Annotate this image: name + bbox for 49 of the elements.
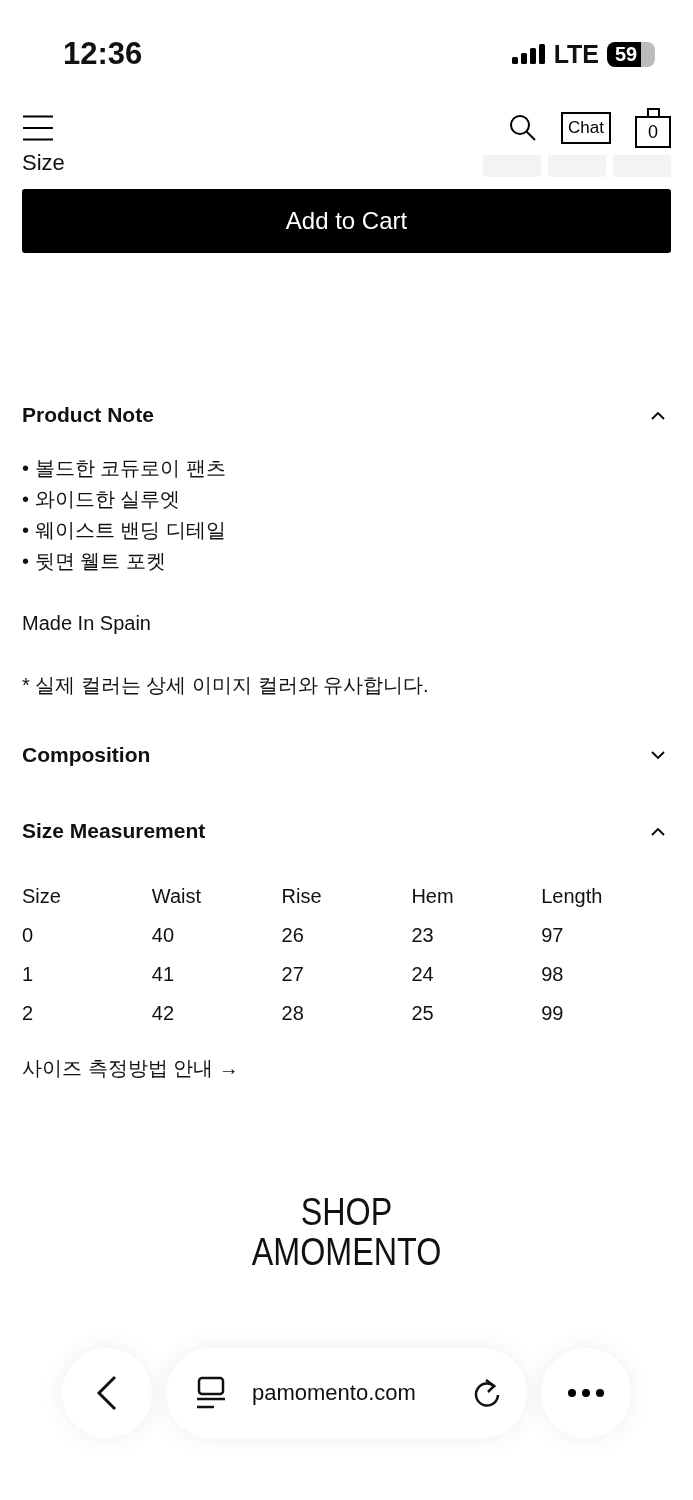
table-cell-text: 0 [22, 924, 35, 947]
table-cell-text: 23 [411, 924, 435, 947]
size-guide-link[interactable]: 사이즈 측정방법 안내 → [22, 1055, 239, 1082]
network-label: LTE [553, 39, 599, 69]
size-label: Size [22, 149, 65, 177]
section-header[interactable]: Product Note [22, 393, 671, 437]
bullet-item: • 볼드한 코듀로이 팬츠 [22, 456, 227, 481]
table-cell-text: 98 [541, 963, 565, 986]
section-header[interactable]: Composition [22, 733, 671, 777]
table-cell-text: 25 [411, 1002, 435, 1025]
bullet-item: • 웨이스트 밴딩 디테일 [22, 518, 227, 543]
table-cell-text: 40 [151, 924, 176, 947]
table-cell-text: 26 [281, 924, 305, 947]
add-to-cart-button[interactable]: Add to Cart [22, 189, 671, 253]
color-note: * 실제 컬러는 상세 이미지 컬러와 유사합니다. [22, 673, 430, 698]
column-header: Length [541, 885, 604, 908]
more-icon [567, 1388, 605, 1398]
signal-icon [511, 44, 546, 64]
column-header: Waist [151, 885, 203, 908]
table-cell-text: 28 [281, 1002, 305, 1025]
table-cell-text: 99 [541, 1002, 565, 1025]
reader-icon[interactable] [196, 1376, 226, 1410]
chevron-icon[interactable] [651, 826, 665, 836]
search-icon[interactable] [509, 114, 538, 142]
address-bar[interactable]: pamomento.com [166, 1348, 527, 1438]
menu-icon[interactable] [22, 115, 54, 141]
section-header[interactable]: Size Measurement [22, 809, 671, 853]
chevron-icon[interactable] [651, 410, 665, 420]
table-cell-text: 27 [281, 963, 305, 986]
table-cell-text: 24 [411, 963, 435, 986]
table-cell-text: 97 [541, 924, 565, 947]
table-cell-text: 41 [151, 963, 176, 986]
table-cell-text: 2 [22, 1002, 35, 1025]
column-header: Hem [411, 885, 455, 908]
reload-icon[interactable] [472, 1377, 502, 1409]
column-header: Size [22, 885, 62, 908]
bullet-item: • 뒷면 웰트 포켓 [22, 549, 167, 574]
battery-indicator: 59 [607, 41, 655, 67]
column-header: Rise [281, 885, 323, 908]
url-text: pamomento.com [252, 1380, 417, 1406]
origin-text: Made In Spain [22, 611, 152, 636]
chevron-icon[interactable] [651, 750, 665, 760]
table-cell-text: 1 [22, 963, 35, 986]
shop-logo[interactable]: SHOP AMOMENTO [52, 1192, 642, 1272]
table-cell-text: 42 [151, 1002, 176, 1025]
status-time: 12:36 [63, 36, 143, 72]
bullet-item: • 와이드한 실루엣 [22, 487, 182, 512]
back-icon [96, 1375, 118, 1411]
chat-button[interactable]: Chat [561, 112, 611, 144]
